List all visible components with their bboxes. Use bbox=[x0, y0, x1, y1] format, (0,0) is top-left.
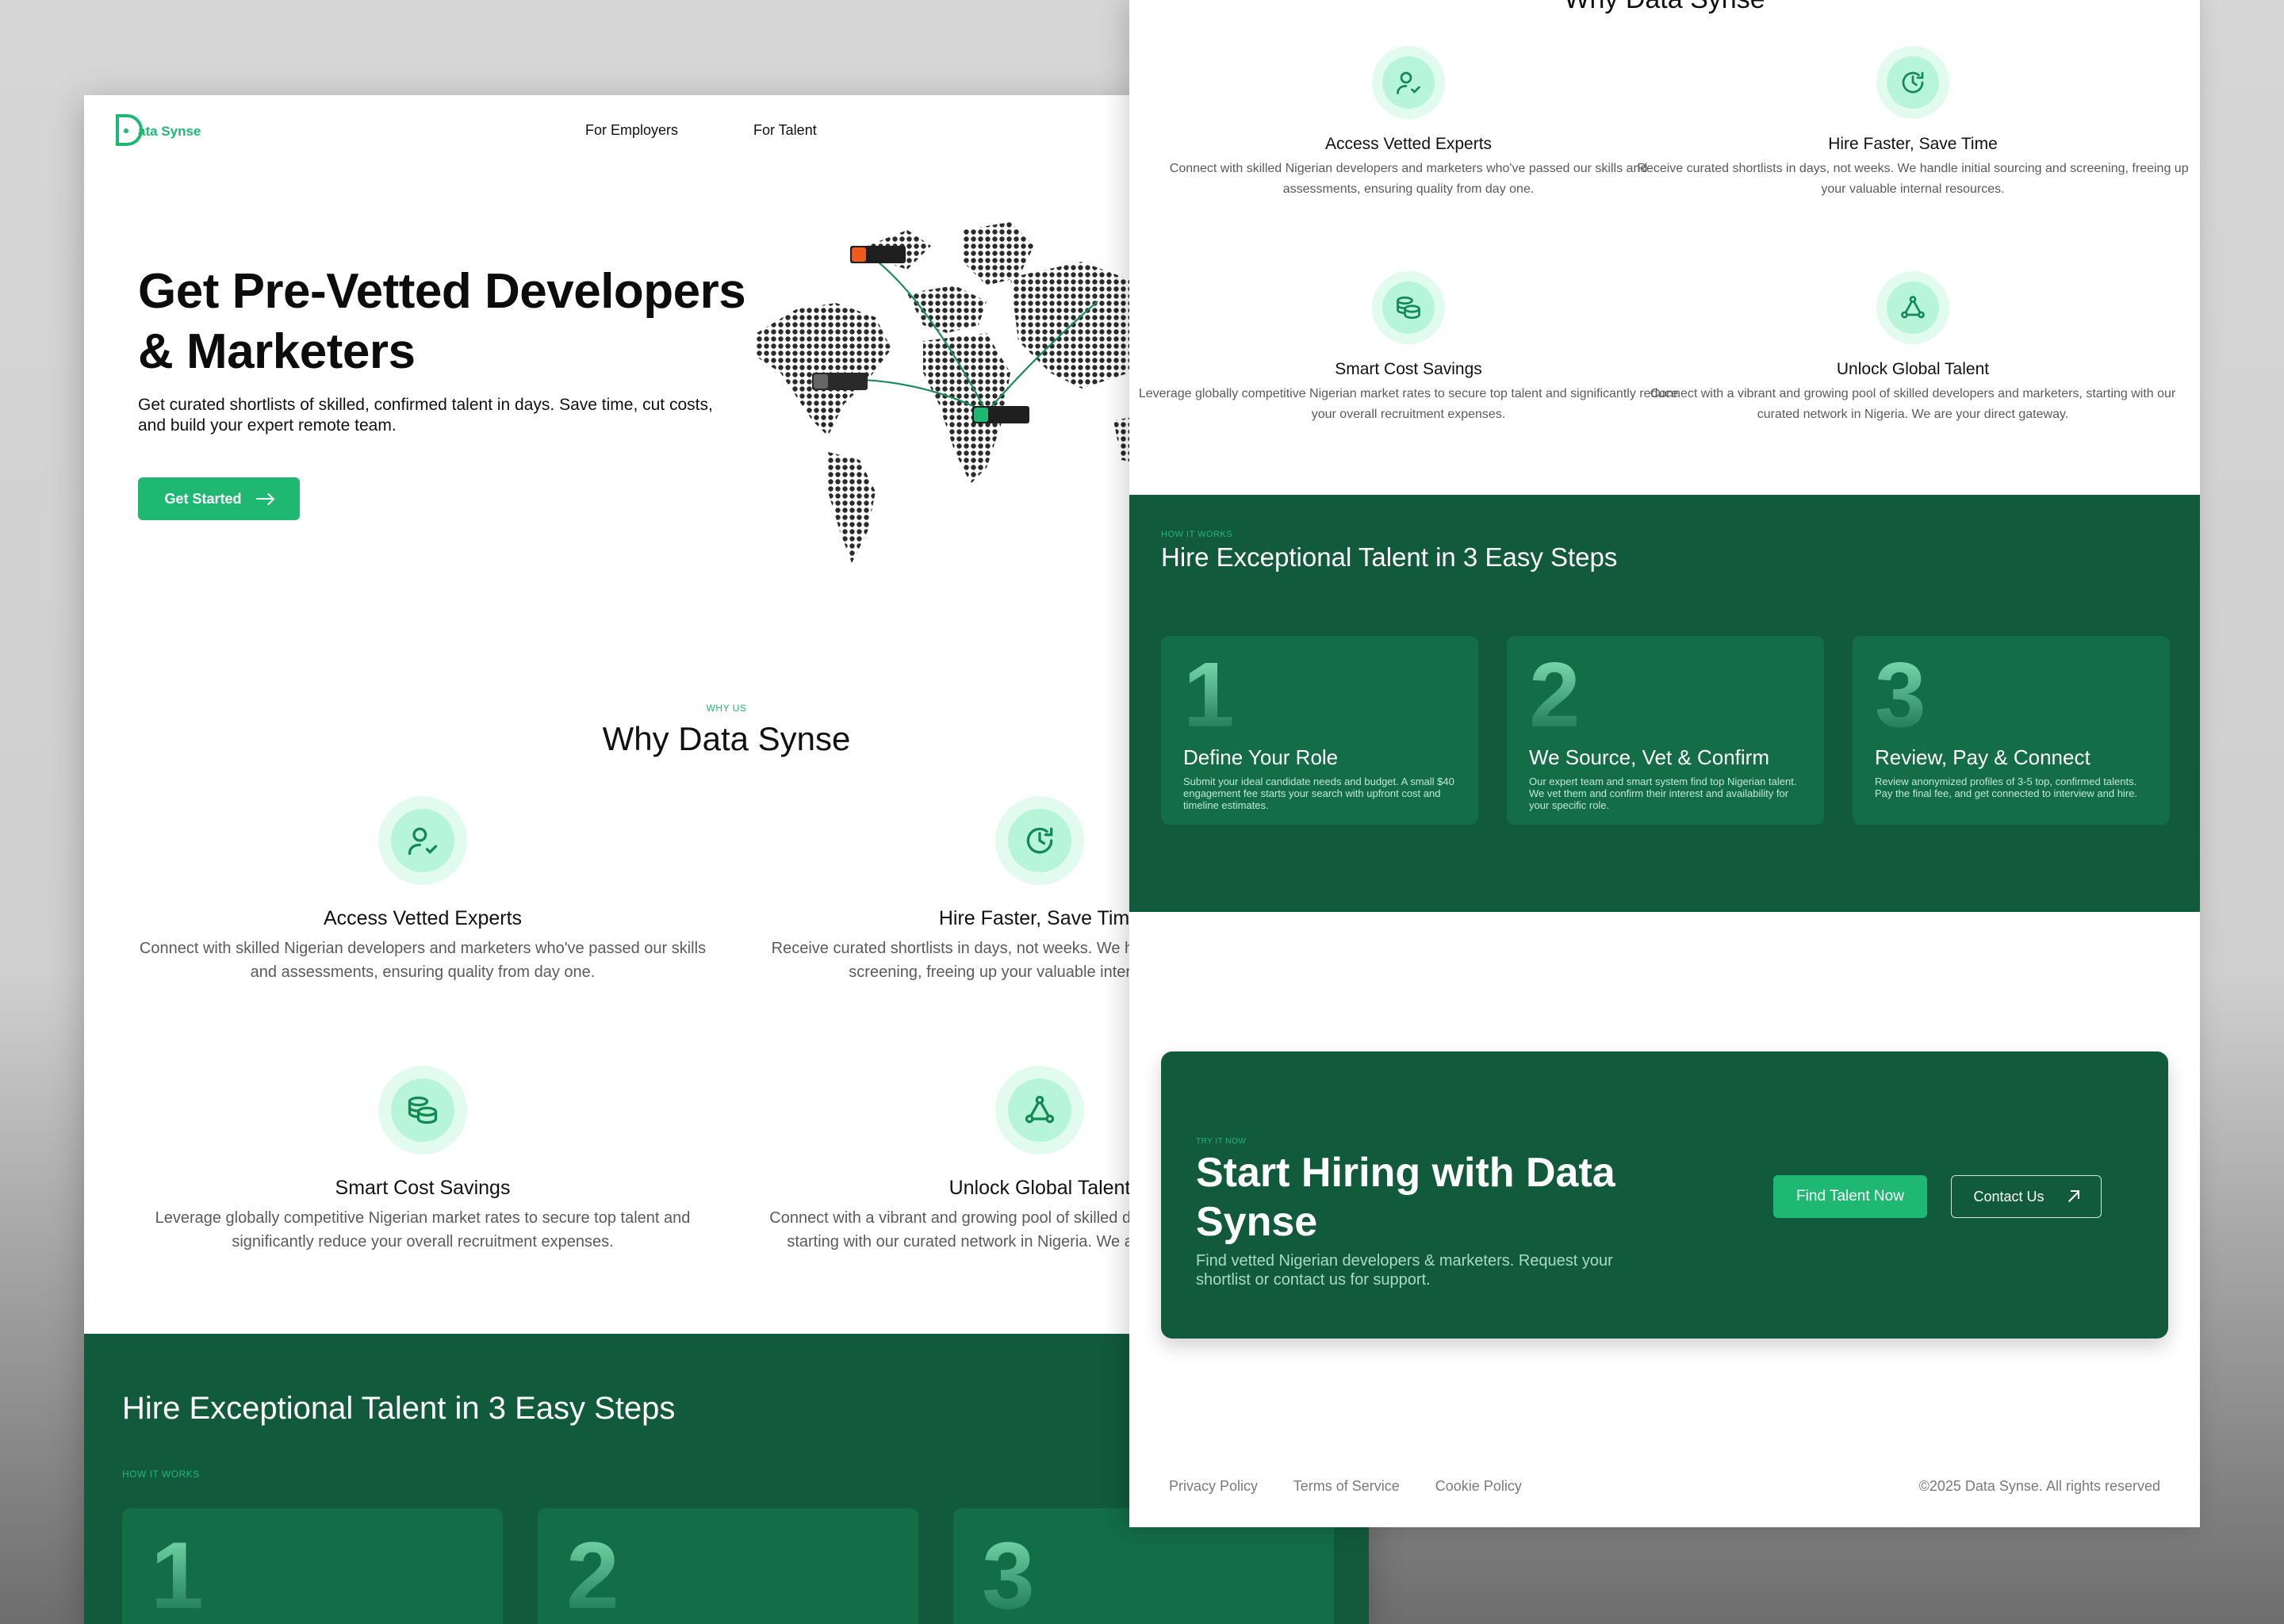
feature-title: Access Vetted Experts bbox=[1324, 135, 1493, 153]
arrow-right-icon bbox=[255, 493, 274, 504]
continents bbox=[757, 222, 1193, 563]
logo-d-mark bbox=[116, 114, 143, 146]
footer-copyright: ©2025 Data Synse. All rights reserved bbox=[1918, 1478, 2160, 1494]
user-check-icon bbox=[408, 827, 438, 856]
step-card-2: 2 bbox=[538, 1508, 918, 1624]
step-card-1: 1 Define Your Role Submit your ideal can… bbox=[1161, 636, 1478, 825]
step-text: Review anonymized profiles of 3-5 top, c… bbox=[1875, 776, 2137, 799]
step-card-1: 1 bbox=[122, 1508, 503, 1624]
step-number: 1 bbox=[151, 1524, 204, 1624]
feature-icon-inner bbox=[1887, 56, 1939, 109]
feature-card-hire-faster: Hire Faster, Save Time Receive curated s… bbox=[1634, 46, 2192, 200]
feature-icon-inner bbox=[1008, 1078, 1071, 1142]
network-icon bbox=[1901, 296, 1925, 319]
feature-card-cost-savings: Smart Cost Savings Leverage globally com… bbox=[133, 1066, 712, 1254]
cta-eyebrow: TRY IT NOW bbox=[1196, 1137, 1247, 1146]
step-card-3: 3 Review, Pay & Connect Review anonymize… bbox=[1853, 636, 2170, 825]
feature-card-cost-savings: Smart Cost Savings Leverage globally com… bbox=[1129, 271, 1688, 425]
contact-us-button[interactable]: Contact Us bbox=[1951, 1175, 2102, 1218]
coins-stack-icon bbox=[1397, 296, 1420, 320]
footer-link-privacy[interactable]: Privacy Policy bbox=[1169, 1478, 1258, 1494]
step-number: 2 bbox=[566, 1524, 619, 1624]
clock-refresh-icon bbox=[1026, 827, 1053, 854]
feature-icon-bg bbox=[378, 796, 467, 885]
feature-card-vetted-experts: Access Vetted Experts Connect with skill… bbox=[1129, 46, 1688, 200]
nav-link-for-employers[interactable]: For Employers bbox=[585, 122, 678, 139]
how-eyebrow: HOW IT WORKS bbox=[1161, 530, 1233, 539]
feature-text: Connect with a vibrant and growing pool … bbox=[1650, 387, 2176, 421]
feature-text: Connect with skilled Nigerian developers… bbox=[139, 940, 707, 981]
brand-logo[interactable]: ata Synse bbox=[116, 114, 201, 146]
feature-icon-bg bbox=[995, 796, 1084, 885]
step-title: Define Your Role bbox=[1183, 745, 1339, 769]
why-title: Why Data Synse bbox=[1129, 0, 2200, 15]
feature-card-vetted-experts: Access Vetted Experts Connect with skill… bbox=[133, 796, 712, 984]
feature-card-global-talent: Unlock Global Talent Connect with a vibr… bbox=[1634, 271, 2192, 425]
step-title: Review, Pay & Connect bbox=[1875, 745, 2090, 769]
arrow-up-right-icon bbox=[2067, 1190, 2079, 1203]
step-text: Our expert team and smart system find to… bbox=[1529, 776, 1797, 811]
contact-us-label: Contact Us bbox=[1973, 1188, 2044, 1205]
feature-icon-inner bbox=[1382, 56, 1435, 109]
feature-icon-inner bbox=[391, 1078, 454, 1142]
hero-subtitle: Get curated shortlists of skilled, confi… bbox=[138, 396, 713, 435]
how-eyebrow: HOW IT WORKS bbox=[122, 1469, 200, 1480]
feature-title: Smart Cost Savings bbox=[1335, 360, 1482, 378]
nav-link-for-talent[interactable]: For Talent bbox=[753, 122, 817, 139]
feature-icon-inner bbox=[1008, 809, 1071, 872]
feature-text: Connect with skilled Nigerian developers… bbox=[1169, 162, 1648, 196]
feature-icon-bg bbox=[1876, 271, 1949, 344]
feature-icon-bg bbox=[1372, 46, 1445, 119]
feature-icon-bg bbox=[1372, 271, 1445, 344]
find-talent-button[interactable]: Find Talent Now bbox=[1773, 1175, 1927, 1218]
footer-link-cookies[interactable]: Cookie Policy bbox=[1435, 1478, 1522, 1494]
feature-icon-bg bbox=[995, 1066, 1084, 1155]
world-map-illustration bbox=[757, 222, 1193, 563]
step-number: 3 bbox=[982, 1524, 1035, 1624]
feature-title: Hire Faster, Save Time bbox=[1828, 135, 1998, 153]
user-check-icon bbox=[1397, 71, 1420, 94]
step-card-2: 2 We Source, Vet & Confirm Our expert te… bbox=[1507, 636, 1824, 825]
footer: Privacy Policy Terms of Service Cookie P… bbox=[1169, 1478, 2160, 1495]
feature-icon-inner bbox=[1887, 282, 1939, 334]
feature-icon-bg bbox=[378, 1066, 467, 1155]
feature-icon-inner bbox=[391, 809, 454, 872]
feature-text: Leverage globally competitive Nigerian m… bbox=[1138, 387, 1679, 421]
feature-text: Leverage globally competitive Nigerian m… bbox=[155, 1209, 691, 1251]
brand-name: ata Synse bbox=[138, 124, 201, 139]
cta-subtitle: Find vetted Nigerian developers & market… bbox=[1196, 1252, 1613, 1289]
how-title: Hire Exceptional Talent in 3 Easy Steps bbox=[1161, 542, 1618, 572]
feature-icon-inner bbox=[1382, 282, 1435, 334]
get-started-label: Get Started bbox=[164, 490, 242, 507]
landing-page-scrolled: Why Data Synse Access Vetted Experts Con… bbox=[1129, 0, 2200, 1527]
how-it-works-section: HOW IT WORKS Hire Exceptional Talent in … bbox=[1129, 495, 2200, 912]
feature-title: Access Vetted Experts bbox=[323, 907, 523, 929]
network-icon bbox=[1025, 1095, 1055, 1124]
step-title: We Source, Vet & Confirm bbox=[1529, 745, 1769, 769]
clock-refresh-icon bbox=[1902, 71, 1924, 94]
step-number: 2 bbox=[1529, 643, 1581, 746]
how-title: Hire Exceptional Talent in 3 Easy Steps bbox=[122, 1391, 676, 1426]
coins-stack-icon bbox=[408, 1096, 438, 1124]
feature-icon-bg bbox=[1876, 46, 1949, 119]
feature-title: Unlock Global Talent bbox=[1836, 360, 1990, 378]
step-number: 3 bbox=[1875, 643, 1926, 746]
cta-banner: TRY IT NOW Start Hiring with Data Synse … bbox=[1161, 1051, 2168, 1339]
hero-title: Get Pre-Vetted Developers & Marketers bbox=[138, 264, 746, 379]
cta-title: Start Hiring with Data Synse bbox=[1196, 1150, 1615, 1245]
get-started-button[interactable]: Get Started bbox=[138, 477, 300, 520]
footer-link-terms[interactable]: Terms of Service bbox=[1293, 1478, 1400, 1494]
step-text: Submit your ideal candidate needs and bu… bbox=[1183, 776, 1454, 811]
feature-text: Receive curated shortlists in days, not … bbox=[1637, 162, 2189, 196]
feature-title: Smart Cost Savings bbox=[335, 1177, 511, 1199]
step-number: 1 bbox=[1183, 643, 1235, 746]
